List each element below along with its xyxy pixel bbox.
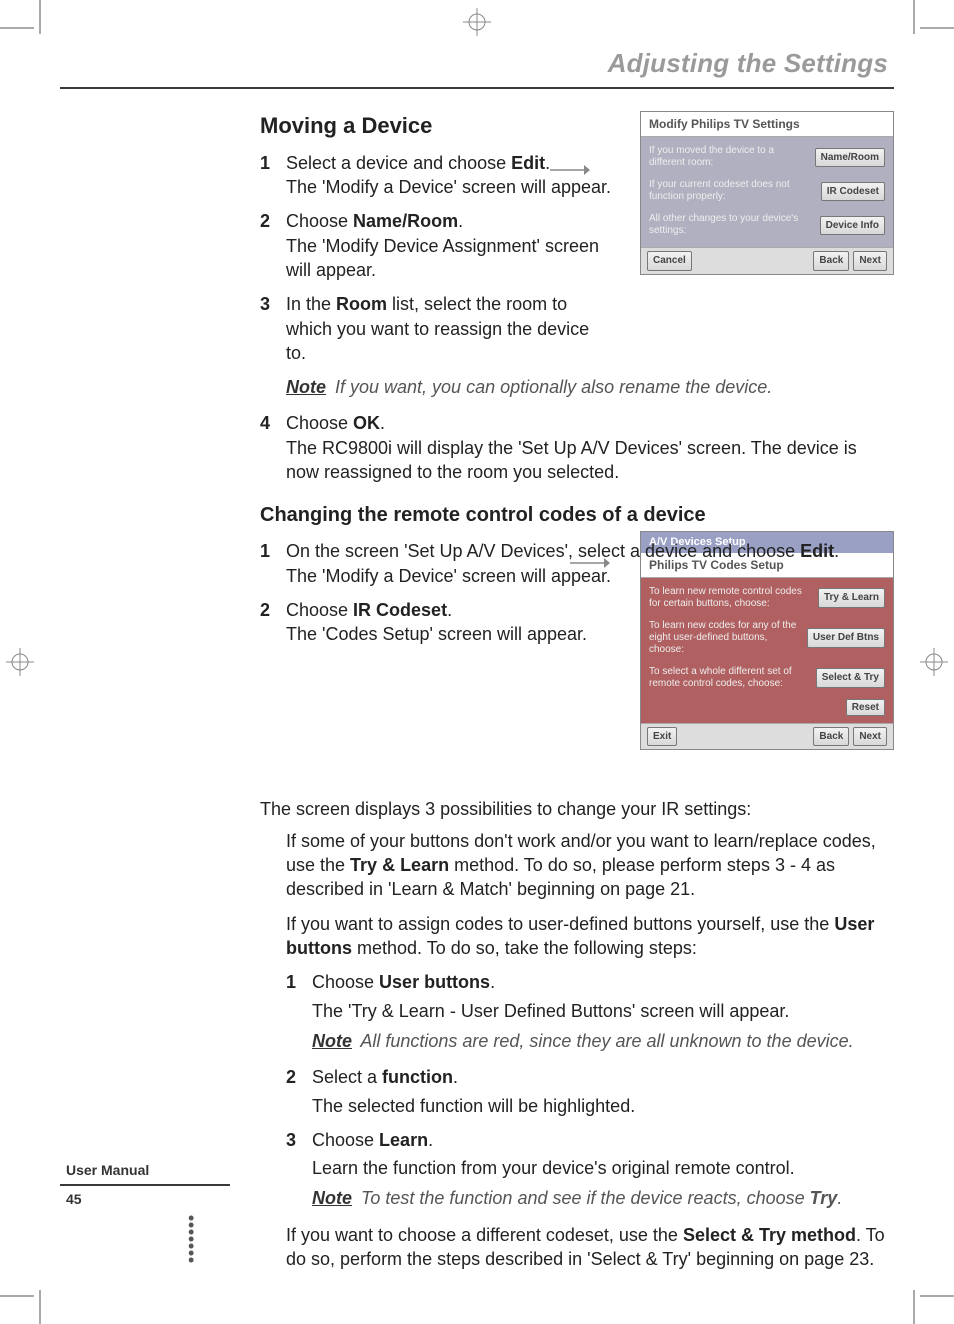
figure-button-reset: Reset bbox=[846, 699, 885, 716]
header-rule bbox=[60, 87, 894, 89]
crop-mark bbox=[0, 27, 34, 29]
text-bold: Name/Room bbox=[353, 211, 458, 231]
text: . bbox=[834, 541, 839, 561]
text: . bbox=[545, 153, 550, 173]
text: The 'Modify a Device' screen will appear… bbox=[286, 566, 611, 586]
page-section-title: Adjusting the Settings bbox=[60, 46, 894, 81]
heading-changing-codes: Changing the remote control codes of a d… bbox=[260, 502, 894, 529]
text: . bbox=[380, 413, 385, 433]
text: Choose bbox=[312, 1130, 379, 1150]
figure-title: Modify Philips TV Settings bbox=[641, 112, 893, 137]
text: Select a bbox=[312, 1067, 382, 1087]
text: . bbox=[453, 1067, 458, 1087]
step-text: Learn the function from your device's or… bbox=[312, 1156, 894, 1180]
divider bbox=[60, 1184, 230, 1186]
note: Note To test the function and see if the… bbox=[312, 1186, 894, 1210]
text: The 'Codes Setup' screen will appear. bbox=[286, 624, 587, 644]
text: . bbox=[428, 1130, 433, 1150]
note: Note All functions are red, since they a… bbox=[312, 1029, 894, 1053]
registration-mark-icon bbox=[920, 648, 948, 676]
user-manual-label: User Manual bbox=[60, 1157, 230, 1184]
page-number: 45 bbox=[60, 1190, 230, 1209]
paragraph: If some of your buttons don't work and/o… bbox=[260, 829, 894, 902]
sidebar-footer: User Manual 45 ••••••• bbox=[60, 1157, 230, 1264]
text: method. To do so, take the following ste… bbox=[352, 938, 697, 958]
step-number: 2 bbox=[260, 598, 270, 622]
step-number: 4 bbox=[260, 411, 270, 435]
step-text: Choose OK. The RC9800i will display the … bbox=[286, 411, 894, 484]
text: . bbox=[490, 972, 495, 992]
note: Note If you want, you can optionally als… bbox=[260, 375, 894, 399]
text: The 'Modify Device Assignment' screen wi… bbox=[286, 236, 599, 280]
crop-mark bbox=[39, 0, 41, 34]
step-text: In the Room list, select the room to whi… bbox=[286, 292, 591, 365]
text-bold: Room bbox=[336, 294, 387, 314]
text-bold: Edit bbox=[511, 153, 545, 173]
registration-mark-icon bbox=[6, 648, 34, 676]
note-label: Note bbox=[312, 1188, 352, 1208]
text: Select a device and choose bbox=[286, 153, 511, 173]
step-text: The 'Try & Learn - User Defined Buttons'… bbox=[312, 999, 894, 1023]
text: The 'Modify a Device' screen will appear… bbox=[286, 177, 611, 197]
step-number: 1 bbox=[260, 539, 270, 563]
text-bold: IR Codeset bbox=[353, 600, 447, 620]
crop-mark bbox=[0, 1295, 34, 1297]
text-bold: OK bbox=[353, 413, 380, 433]
text: On the screen 'Set Up A/V Devices', sele… bbox=[286, 541, 800, 561]
note-text: . bbox=[837, 1188, 842, 1208]
step-text: Select a function. bbox=[312, 1065, 894, 1089]
text: If you want to choose a different codese… bbox=[286, 1225, 683, 1245]
crop-mark bbox=[913, 0, 915, 34]
crop-mark bbox=[920, 1295, 954, 1297]
step-text: Select a device and choose Edit. The 'Mo… bbox=[286, 151, 626, 200]
crop-mark bbox=[913, 1290, 915, 1324]
text: In the bbox=[286, 294, 336, 314]
figure-button-next: Next bbox=[853, 727, 887, 747]
note-label: Note bbox=[312, 1031, 352, 1051]
text-bold: Edit bbox=[800, 541, 834, 561]
step-number: 3 bbox=[286, 1128, 296, 1152]
step-number: 3 bbox=[260, 292, 270, 316]
text: . bbox=[458, 211, 463, 231]
step-text: On the screen 'Set Up A/V Devices', sele… bbox=[286, 539, 894, 588]
text-bold: User buttons bbox=[379, 972, 490, 992]
crop-mark bbox=[920, 27, 954, 29]
figure-text: To select a whole different set of remot… bbox=[649, 666, 810, 690]
step-number: 1 bbox=[286, 970, 296, 994]
text: The RC9800i will display the 'Set Up A/V… bbox=[286, 438, 857, 482]
figure-button-exit: Exit bbox=[647, 727, 677, 747]
note-label: Note bbox=[286, 377, 326, 397]
step-number: 1 bbox=[260, 151, 270, 175]
text-bold: Try & Learn bbox=[350, 855, 449, 875]
note-text: All functions are red, since they are al… bbox=[356, 1031, 854, 1051]
step-text: The selected function will be highlighte… bbox=[312, 1094, 894, 1118]
paragraph: If you want to choose a different codese… bbox=[260, 1223, 894, 1272]
step-number: 2 bbox=[286, 1065, 296, 1089]
paragraph: If you want to assign codes to user-defi… bbox=[260, 912, 894, 961]
note-text: If you want, you can optionally also ren… bbox=[330, 377, 772, 397]
text-bold: function bbox=[382, 1067, 453, 1087]
paragraph: The screen displays 3 possibilities to c… bbox=[260, 797, 894, 821]
registration-mark-icon bbox=[463, 8, 491, 36]
text: Choose bbox=[286, 413, 353, 433]
text: Choose bbox=[286, 211, 353, 231]
decorative-dots-icon: ••••••• bbox=[60, 1215, 230, 1264]
text-bold: Learn bbox=[379, 1130, 428, 1150]
step-number: 2 bbox=[260, 209, 270, 233]
text: . bbox=[447, 600, 452, 620]
figure-button-back: Back bbox=[813, 727, 849, 747]
text: If you want to assign codes to user-defi… bbox=[286, 914, 834, 934]
step-text: Choose IR Codeset. The 'Codes Setup' scr… bbox=[286, 598, 596, 647]
note-text: To test the function and see if the devi… bbox=[356, 1188, 810, 1208]
crop-mark bbox=[39, 1290, 41, 1324]
text-bold: Select & Try method bbox=[683, 1225, 856, 1245]
text: Choose bbox=[286, 600, 353, 620]
step-text: Choose Name/Room. The 'Modify Device Ass… bbox=[286, 209, 616, 282]
text: Choose bbox=[312, 972, 379, 992]
text-bold: Try bbox=[810, 1188, 838, 1208]
step-text: Choose Learn. bbox=[312, 1128, 894, 1152]
figure-button-select-try: Select & Try bbox=[816, 668, 885, 688]
step-text: Choose User buttons. bbox=[312, 970, 894, 994]
